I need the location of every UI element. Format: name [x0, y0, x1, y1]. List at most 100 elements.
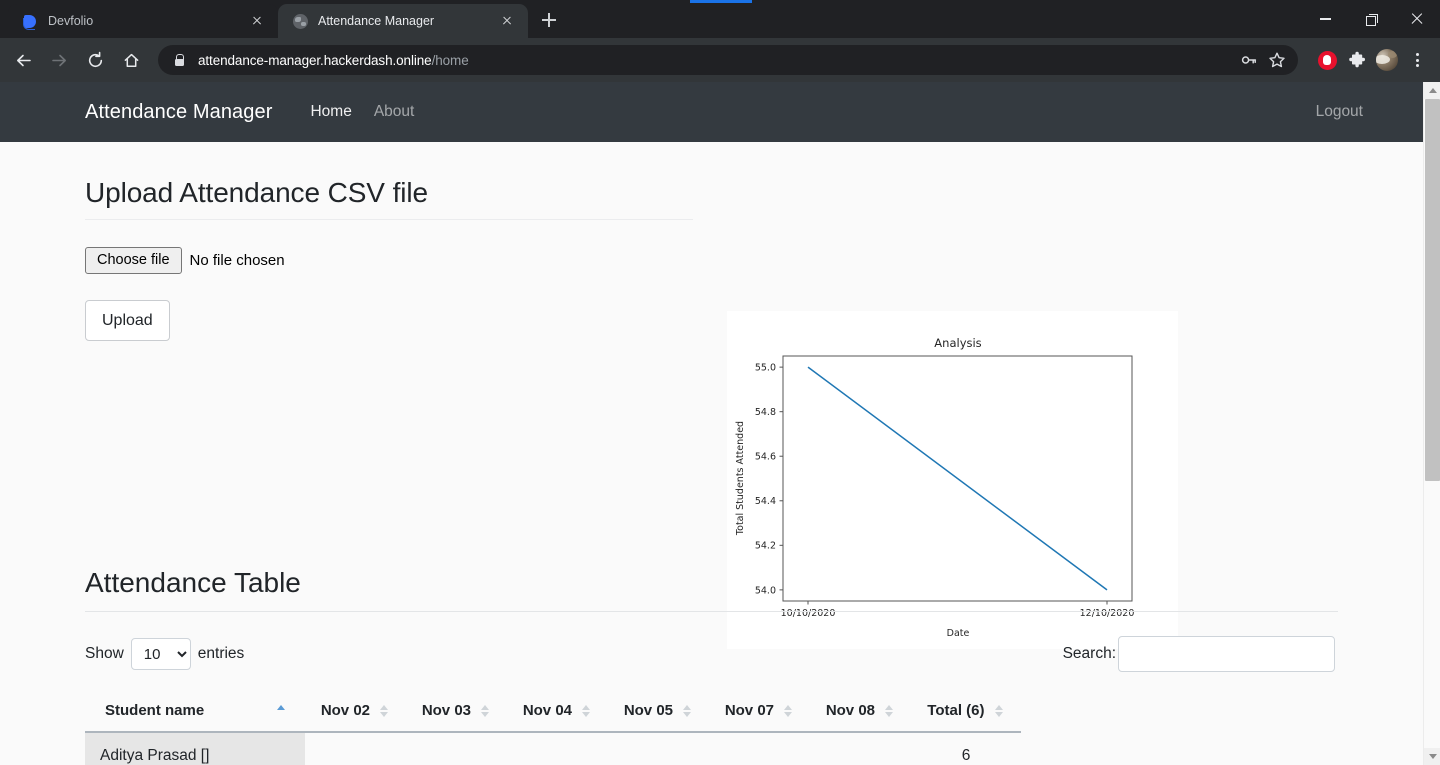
browser-tab-devfolio[interactable]: Devfolio	[8, 4, 278, 38]
new-tab-button[interactable]	[534, 5, 564, 35]
window-controls	[1302, 0, 1440, 38]
svg-text:Analysis: Analysis	[934, 336, 981, 350]
back-arrow-icon[interactable]	[6, 43, 40, 77]
chrome-menu-kebab-icon[interactable]	[1404, 47, 1430, 73]
column-label: Student name	[105, 702, 205, 719]
svg-text:54.4: 54.4	[755, 496, 776, 507]
svg-text:55.0: 55.0	[755, 363, 776, 374]
home-icon[interactable]	[114, 43, 148, 77]
column-header-nov-03[interactable]: Nov 03	[406, 692, 507, 733]
attendance-table-section: Attendance Table Show 10 25 50 100 entri…	[85, 567, 1338, 765]
entries-per-page-select[interactable]: 10 25 50 100	[130, 638, 191, 670]
column-header-nov-07[interactable]: Nov 07	[709, 692, 810, 733]
tab-strip: Devfolio Attendance Manager	[0, 0, 1440, 38]
attendance-table: Student name Nov 02 Nov 03 Nov 04 Nov 05…	[85, 692, 1021, 765]
sort-ascending-icon	[276, 705, 287, 711]
close-window-button[interactable]	[1394, 0, 1440, 38]
table-head: Student name Nov 02 Nov 03 Nov 04 Nov 05…	[85, 692, 1021, 733]
site-navbar: Attendance Manager Home About Logout	[0, 82, 1423, 142]
address-bar[interactable]: attendance-manager.hackerdash.online/hom…	[158, 45, 1298, 75]
scrollbar-up-arrow-icon[interactable]	[1424, 82, 1440, 99]
extensions-puzzle-icon[interactable]	[1344, 47, 1370, 73]
entries-label: entries	[197, 645, 245, 662]
minimize-button[interactable]	[1302, 0, 1348, 38]
file-input-row[interactable]: Choose file No file chosen	[85, 246, 693, 274]
tab-close-icon[interactable]	[248, 12, 266, 30]
cell-student-name: Aditya Prasad []	[85, 732, 305, 765]
sort-toggle-icon	[994, 704, 1005, 718]
cell-nov-07	[709, 732, 810, 765]
cell-nov-04	[507, 732, 608, 765]
logout-link[interactable]: Logout	[1316, 103, 1399, 121]
maximize-button[interactable]	[1348, 0, 1394, 38]
table-row[interactable]: Aditya Prasad [] 6	[85, 732, 1021, 765]
sort-toggle-icon	[379, 704, 390, 718]
star-icon[interactable]	[1264, 47, 1290, 73]
upload-heading: Upload Attendance CSV file	[85, 177, 428, 208]
nav-link-about[interactable]: About	[374, 103, 415, 121]
table-body: Aditya Prasad [] 6	[85, 732, 1021, 765]
browser-window: Devfolio Attendance Manager attendance-m…	[0, 0, 1440, 765]
url-text: attendance-manager.hackerdash.online/hom…	[198, 53, 469, 68]
upload-button[interactable]: Upload	[85, 300, 170, 341]
sort-toggle-icon	[581, 704, 592, 718]
navbar-links: Home About	[310, 103, 414, 121]
svg-text:54.2: 54.2	[755, 541, 776, 552]
show-entries-control: Show 10 25 50 100 entries	[85, 638, 244, 670]
upload-section: Upload Attendance CSV file Choose file N…	[85, 177, 693, 341]
sort-toggle-icon	[682, 704, 693, 718]
column-label: Nov 03	[421, 702, 472, 719]
column-label: Nov 07	[724, 702, 775, 719]
column-header-nov-08[interactable]: Nov 08	[810, 692, 911, 733]
key-icon[interactable]	[1236, 47, 1262, 73]
page-viewport: Attendance Manager Home About Logout Upl…	[0, 82, 1440, 765]
nav-link-home[interactable]: Home	[310, 103, 351, 121]
column-header-student-name[interactable]: Student name	[85, 692, 305, 733]
column-header-nov-02[interactable]: Nov 02	[305, 692, 406, 733]
url-domain: attendance-manager.hackerdash.online	[198, 52, 432, 68]
omnibox-actions	[1236, 47, 1292, 73]
forward-arrow-icon[interactable]	[42, 43, 76, 77]
lock-icon	[172, 53, 186, 67]
svg-text:Total Students Attended: Total Students Attended	[735, 421, 746, 536]
cell-total: 6	[911, 732, 1021, 765]
cell-nov-02	[305, 732, 406, 765]
choose-file-button[interactable]: Choose file	[85, 246, 182, 274]
upload-divider	[85, 219, 693, 220]
column-label: Nov 05	[623, 702, 674, 719]
tab-strip-accent	[690, 0, 752, 3]
tab-title: Attendance Manager	[318, 14, 435, 28]
scrollbar-thumb[interactable]	[1425, 99, 1440, 481]
file-name-label: No file chosen	[189, 251, 285, 269]
search-input[interactable]	[1118, 636, 1335, 672]
opera-vpn-extension-icon[interactable]	[1314, 47, 1340, 73]
table-heading: Attendance Table	[85, 567, 301, 598]
column-label: Nov 04	[522, 702, 573, 719]
url-path: /home	[431, 52, 469, 68]
table-controls: Show 10 25 50 100 entries Search:	[85, 634, 1338, 674]
reload-icon[interactable]	[78, 43, 112, 77]
sort-toggle-icon	[783, 704, 794, 718]
column-header-total[interactable]: Total (6)	[911, 692, 1021, 733]
extension-area	[1308, 47, 1430, 73]
tab-close-icon[interactable]	[498, 12, 516, 30]
column-header-nov-05[interactable]: Nov 05	[608, 692, 709, 733]
page-scrollbar[interactable]	[1423, 82, 1440, 765]
table-header-row: Student name Nov 02 Nov 03 Nov 04 Nov 05…	[85, 692, 1021, 733]
table-divider	[85, 611, 1338, 612]
browser-tab-attendance-manager[interactable]: Attendance Manager	[278, 4, 528, 38]
sort-toggle-icon	[884, 704, 895, 718]
column-label: Nov 08	[825, 702, 876, 719]
cell-nov-05	[608, 732, 709, 765]
web-page: Attendance Manager Home About Logout Upl…	[0, 82, 1423, 765]
search-control: Search:	[1063, 636, 1338, 672]
profile-avatar[interactable]	[1374, 47, 1400, 73]
svg-text:54.6: 54.6	[755, 452, 776, 463]
site-brand[interactable]: Attendance Manager	[85, 101, 272, 124]
scrollbar-down-arrow-icon[interactable]	[1424, 748, 1440, 765]
cell-nov-03	[406, 732, 507, 765]
sort-toggle-icon	[480, 704, 491, 718]
column-label: Nov 02	[320, 702, 371, 719]
column-header-nov-04[interactable]: Nov 04	[507, 692, 608, 733]
devfolio-logo-icon	[22, 13, 39, 30]
